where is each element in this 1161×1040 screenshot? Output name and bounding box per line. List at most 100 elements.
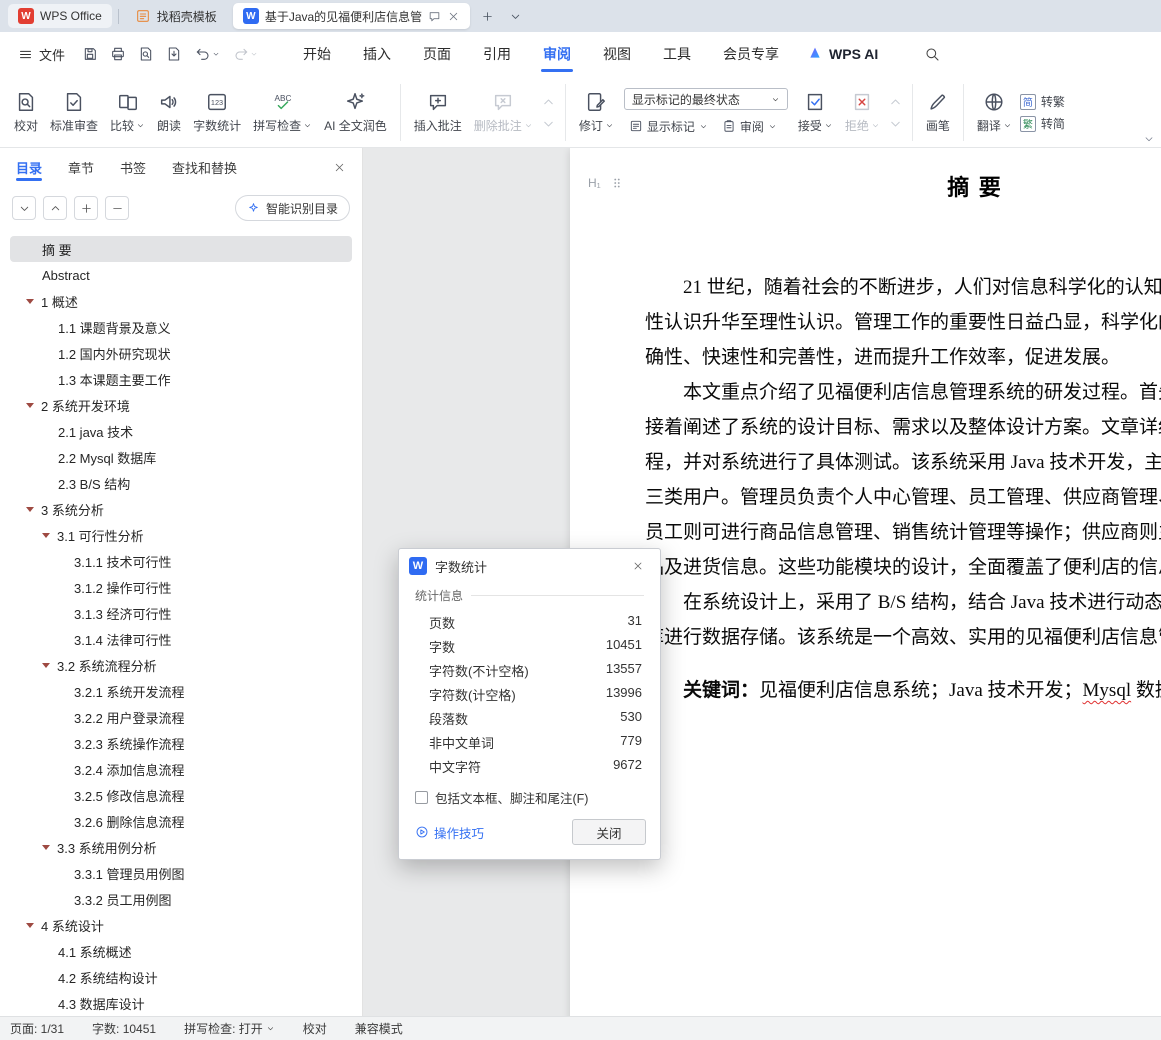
menu-tab-4[interactable]: 审阅 <box>527 32 587 76</box>
search-button[interactable] <box>924 46 940 62</box>
menu-tab-3[interactable]: 引用 <box>467 32 527 76</box>
status-page-indicator[interactable]: 页面: 1/31 <box>10 1020 64 1037</box>
print-button[interactable] <box>105 41 131 67</box>
toc-item[interactable]: 4.2 系统结构设计 <box>10 964 352 990</box>
close-button[interactable]: 关闭 <box>572 819 646 845</box>
drag-handle-icon[interactable] <box>610 176 624 190</box>
toc-item[interactable]: 1.2 国内外研究现状 <box>10 340 352 366</box>
ink-pen-button[interactable]: 画笔 <box>920 80 956 145</box>
status-word-count[interactable]: 字数: 10451 <box>92 1020 156 1037</box>
standard-review-button[interactable]: 标准审查 <box>44 80 104 145</box>
dialog-title-bar[interactable]: W 字数统计 <box>399 549 660 583</box>
undo-button[interactable] <box>189 41 225 67</box>
toc-item[interactable]: 2.2 Mysql 数据库 <box>10 444 352 470</box>
collapse-ribbon-button[interactable] <box>1143 133 1155 145</box>
toc-item[interactable]: 3.2.4 添加信息流程 <box>10 756 352 782</box>
menu-tab-2[interactable]: 页面 <box>407 32 467 76</box>
convert-to-simplified-button[interactable]: 繁转简 <box>1019 115 1065 132</box>
toc-item[interactable]: 1.3 本课题主要工作 <box>10 366 352 392</box>
toc-item[interactable]: 1.1 课题背景及意义 <box>10 314 352 340</box>
wps-ai-button[interactable]: WPS AI <box>807 45 878 64</box>
ai-polish-button[interactable]: AI 全文润色 <box>318 80 393 145</box>
new-tab-button[interactable] <box>476 5 498 27</box>
export-button[interactable] <box>161 41 187 67</box>
close-document-tab-icon[interactable] <box>447 10 460 23</box>
toc-item[interactable]: 2.1 java 技术 <box>10 418 352 444</box>
sidebar-tab-bookmarks[interactable]: 书签 <box>120 148 146 186</box>
menu-tab-5[interactable]: 视图 <box>587 32 647 76</box>
toc-item[interactable]: 3.2 系统流程分析 <box>10 652 352 678</box>
toc-item[interactable]: 3.3 系统用例分析 <box>10 834 352 860</box>
toc-item[interactable]: 3.2.2 用户登录流程 <box>10 704 352 730</box>
document-tab[interactable]: W 基于Java的见福便利店信息管 <box>232 3 471 29</box>
file-menu-button[interactable]: 文件 <box>10 40 73 68</box>
toc-item[interactable]: 2 系统开发环境 <box>10 392 352 418</box>
collapse-triangle-icon[interactable] <box>26 298 34 304</box>
toc-item[interactable]: 3.2.1 系统开发流程 <box>10 678 352 704</box>
proofread-button[interactable]: 校对 <box>8 80 44 145</box>
review-pane-button[interactable]: 审阅 <box>717 115 782 137</box>
close-dialog-button[interactable] <box>626 554 650 578</box>
toc-item[interactable]: 4.3 数据库设计 <box>10 990 352 1016</box>
toc-item[interactable]: 3.1.3 经济可行性 <box>10 600 352 626</box>
word-count-button[interactable]: 123 字数统计 <box>187 80 247 145</box>
toc-next-heading-button[interactable] <box>12 196 36 220</box>
toc-item[interactable]: 2.3 B/S 结构 <box>10 470 352 496</box>
menu-tab-1[interactable]: 插入 <box>347 32 407 76</box>
markup-state-select[interactable]: 显示标记的最终状态 <box>623 88 788 110</box>
convert-to-traditional-button[interactable]: 简转繁 <box>1019 93 1065 110</box>
collapse-triangle-icon[interactable] <box>26 922 34 928</box>
toc-item[interactable]: 3.2.6 删除信息流程 <box>10 808 352 834</box>
heading-collapse-icon[interactable]: H₁ <box>588 176 601 190</box>
toc-item[interactable]: 1 概述 <box>10 288 352 314</box>
accept-button[interactable]: 接受 <box>792 80 839 145</box>
collapse-triangle-icon[interactable] <box>26 402 34 408</box>
toc-item[interactable]: 3.3.2 员工用例图 <box>10 886 352 912</box>
toc-item[interactable]: 3.1.1 技术可行性 <box>10 548 352 574</box>
toc-item[interactable]: 3.3.1 管理员用例图 <box>10 860 352 886</box>
smart-toc-button[interactable]: 智能识别目录 <box>234 195 350 221</box>
read-aloud-button[interactable]: 朗读 <box>151 80 187 145</box>
menu-tab-7[interactable]: 会员专享 <box>707 32 795 76</box>
toc-item[interactable]: 3 系统分析 <box>10 496 352 522</box>
compare-button[interactable]: 比较 <box>104 80 151 145</box>
toc-prev-heading-button[interactable] <box>43 196 67 220</box>
status-proofread[interactable]: 校对 <box>303 1020 327 1037</box>
toc-item[interactable]: 3.1.2 操作可行性 <box>10 574 352 600</box>
sidebar-tab-find-replace[interactable]: 查找和替换 <box>172 148 237 186</box>
close-sidebar-button[interactable] <box>333 161 346 174</box>
toc-expand-button[interactable] <box>74 196 98 220</box>
sidebar-tab-chapters[interactable]: 章节 <box>68 148 94 186</box>
template-tab[interactable]: 找稻壳模板 <box>125 4 227 28</box>
include-footnotes-option[interactable]: 包括文本框、脚注和尾注(F) <box>415 788 644 807</box>
redo-button[interactable] <box>227 41 263 67</box>
track-changes-button[interactable]: 修订 <box>573 80 620 145</box>
sidebar-tab-toc[interactable]: 目录 <box>16 148 43 186</box>
toc-collapse-button[interactable] <box>105 196 129 220</box>
collapse-triangle-icon[interactable] <box>26 506 34 512</box>
toc-item[interactable]: 3.2.3 系统操作流程 <box>10 730 352 756</box>
insert-comment-button[interactable]: 插入批注 <box>408 80 468 145</box>
checkbox-icon[interactable] <box>415 791 428 804</box>
status-spell-check[interactable]: 拼写检查: 打开 <box>184 1020 275 1037</box>
menu-tab-0[interactable]: 开始 <box>287 32 347 76</box>
home-tab[interactable]: W WPS Office <box>8 4 112 28</box>
toc-item[interactable]: 4.1 系统概述 <box>10 938 352 964</box>
toc-item[interactable]: 4 系统设计 <box>10 912 352 938</box>
tips-link[interactable]: 操作技巧 <box>415 823 484 842</box>
status-compat-mode[interactable]: 兼容模式 <box>355 1020 403 1037</box>
toc-item[interactable]: 摘 要 <box>10 236 352 262</box>
translate-button[interactable]: 翻译 <box>971 80 1018 145</box>
toc-item[interactable]: 3.1 可行性分析 <box>10 522 352 548</box>
menu-tab-6[interactable]: 工具 <box>647 32 707 76</box>
print-preview-button[interactable] <box>133 41 159 67</box>
toc-item[interactable]: 3.2.5 修改信息流程 <box>10 782 352 808</box>
show-markup-button[interactable]: 显示标记 <box>624 115 713 137</box>
collapse-triangle-icon[interactable] <box>42 532 50 538</box>
toc-item[interactable]: 3.1.4 法律可行性 <box>10 626 352 652</box>
save-button[interactable] <box>77 41 103 67</box>
toc-item[interactable]: Abstract <box>10 262 352 288</box>
tab-list-button[interactable] <box>504 5 526 27</box>
spell-check-button[interactable]: ABC 拼写检查 <box>247 80 318 145</box>
collapse-triangle-icon[interactable] <box>42 844 50 850</box>
